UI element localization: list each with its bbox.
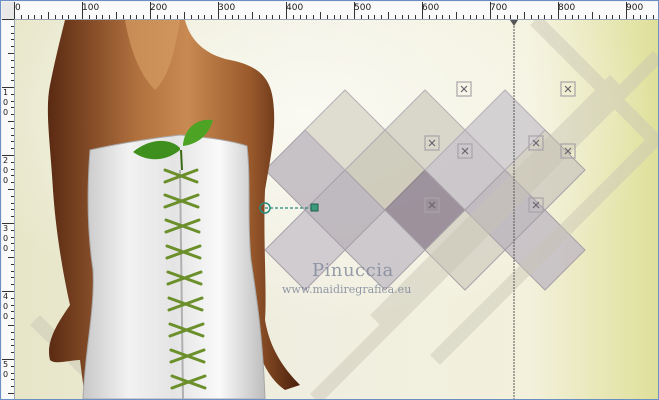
ruler-vlabel: 0 — [3, 370, 9, 379]
ruler-vlabel: 0 — [3, 166, 9, 175]
ruler-vlabel: 0 — [3, 108, 9, 117]
ruler-label-500: 500 — [354, 3, 372, 13]
ruler-vlabel: 1 — [3, 88, 9, 97]
artwork — [15, 20, 658, 399]
ruler-vlabel: 0 — [3, 234, 9, 243]
woman-figure — [47, 20, 301, 399]
ruler-label-100: 100 — [82, 3, 100, 13]
ruler-vlabel: 0 — [3, 98, 9, 107]
ruler-vlabel: 4 — [3, 292, 9, 301]
ruler-vlabel: 3 — [3, 224, 9, 233]
ruler-label-900: 900 — [626, 3, 644, 13]
ruler-vlabel: 0 — [3, 176, 9, 185]
editor-window: 0 100 200 300 400 500 600 700 800 900 1 … — [0, 0, 659, 400]
ruler-label-400: 400 — [286, 3, 304, 13]
ruler-label-800: 800 — [558, 3, 576, 13]
ruler-vlabel: 2 — [3, 156, 9, 165]
ruler-vlabel: 0 — [3, 302, 9, 311]
ruler-label-0: 0 — [15, 3, 21, 13]
watermark-url: www.maidiregrafica.eu — [282, 283, 412, 296]
ruler-vertical-ticks — [2, 19, 14, 394]
ruler-label-700: 700 — [490, 3, 508, 13]
ruler-vertical[interactable]: 1 0 0 2 0 0 3 0 0 4 0 0 5 0 — [2, 19, 15, 399]
ruler-vlabel: 5 — [3, 360, 9, 369]
ruler-vlabel: 0 — [3, 312, 9, 321]
image-canvas[interactable]: Pinuccia www.maidiregrafica.eu — [15, 20, 658, 399]
ruler-horizontal[interactable]: 0 100 200 300 400 500 600 700 800 900 — [14, 2, 658, 20]
ruler-label-600: 600 — [422, 3, 440, 13]
watermark-title: Pinuccia — [312, 260, 394, 281]
node-control-icon — [310, 203, 319, 212]
ruler-label-200: 200 — [150, 3, 168, 13]
ruler-label-300: 300 — [218, 3, 236, 13]
ruler-vlabel: 0 — [3, 244, 9, 253]
